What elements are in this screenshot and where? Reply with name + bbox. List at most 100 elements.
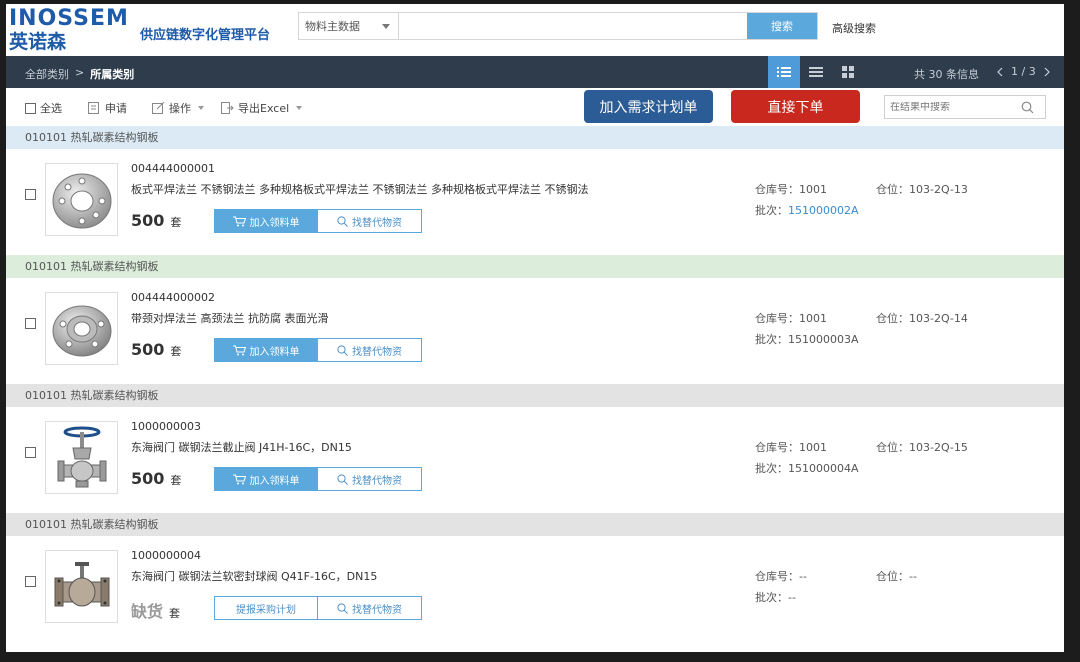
- item-description[interactable]: 东海阀门 碳钢法兰软密封球阀 Q41F-16C，DN15: [131, 568, 377, 584]
- location-value: --: [909, 570, 917, 583]
- search-icon: [337, 344, 348, 356]
- result-filter-input[interactable]: [885, 101, 1015, 113]
- action-label: 加入领料单: [249, 475, 300, 487]
- list-view-button[interactable]: [768, 56, 800, 88]
- location-label: 仓位：: [876, 183, 909, 196]
- add-to-requisition-button[interactable]: 加入领料单: [214, 467, 318, 491]
- product-thumbnail[interactable]: [45, 163, 118, 236]
- quantity-value: 500: [131, 469, 165, 488]
- batch-value: 151000003A: [788, 333, 859, 346]
- grid-view-button[interactable]: [832, 56, 864, 88]
- toolbar: 全选 申请 操作 导出Excel 加入需求计划单 直接下单: [6, 88, 1064, 126]
- breadcrumb-separator: >: [75, 66, 85, 79]
- item-actions: 加入领料单 找替代物资: [214, 467, 422, 491]
- item-description[interactable]: 带颈对焊法兰 高颈法兰 抗防腐 表面光滑: [131, 310, 329, 326]
- search-category-select[interactable]: 物料主数据: [299, 13, 399, 39]
- cart-icon: [232, 474, 246, 484]
- direct-order-button[interactable]: 直接下单: [731, 90, 860, 123]
- nav-bar: 全部类别 > 所属类别 共 30 条信息 1 / 3: [6, 56, 1064, 88]
- location-label: 仓位：: [876, 570, 909, 583]
- add-to-requisition-button[interactable]: 加入领料单: [214, 209, 318, 233]
- detail-list-view-button[interactable]: [800, 56, 832, 88]
- warehouse-label: 仓库号：: [755, 441, 799, 454]
- item-checkbox[interactable]: [25, 318, 36, 329]
- item-checkbox[interactable]: [25, 576, 36, 587]
- batch-info: 批次：151000004A: [755, 460, 859, 476]
- export-excel-menu[interactable]: 导出Excel: [221, 100, 303, 116]
- action-label: 加入领料单: [249, 346, 300, 358]
- quantity-unit: 套: [170, 474, 182, 487]
- list-item: 1000000004 东海阀门 碳钢法兰软密封球阀 Q41F-16C，DN15 …: [6, 536, 1064, 642]
- location-label: 仓位：: [876, 312, 909, 325]
- item-code: 1000000004: [131, 549, 201, 562]
- item-description[interactable]: 东海阀门 碳钢法兰截止阀 J41H-16C，DN15: [131, 439, 352, 455]
- warehouse-info: 仓库号：1001: [755, 439, 827, 455]
- header: INOSSEM 英诺森 供应链数字化管理平台 物料主数据 搜索 高级搜索: [6, 4, 1064, 56]
- breadcrumb: 全部类别 > 所属类别: [25, 66, 134, 82]
- action-label: 找替代物资: [352, 217, 402, 229]
- item-quantity: 500 套: [131, 340, 181, 359]
- search-icon[interactable]: [1021, 101, 1034, 114]
- batch-value: 151000004A: [788, 462, 859, 475]
- category-header: 010101 热轧碳素结构钢板: [6, 255, 1064, 278]
- product-thumbnail[interactable]: [45, 292, 118, 365]
- item-checkbox[interactable]: [25, 447, 36, 458]
- chevron-down-icon: [382, 24, 390, 29]
- item-checkbox[interactable]: [25, 189, 36, 200]
- item-quantity: 500 套: [131, 211, 181, 230]
- export-icon: [221, 102, 234, 114]
- location-label: 仓位：: [876, 441, 909, 454]
- batch-label: 批次：: [755, 462, 788, 475]
- product-thumbnail[interactable]: [45, 550, 118, 623]
- app-window: INOSSEM 英诺森 供应链数字化管理平台 物料主数据 搜索 高级搜索 全部类…: [6, 4, 1064, 652]
- list-item: 1000000003 东海阀门 碳钢法兰截止阀 J41H-16C，DN15 50…: [6, 407, 1064, 513]
- find-alternative-button[interactable]: 找替代物资: [318, 467, 422, 491]
- batch-link[interactable]: 151000002A: [788, 204, 859, 217]
- location-info: 仓位：103-2Q-15: [876, 439, 968, 455]
- batch-info: 批次：151000002A: [755, 202, 859, 218]
- breadcrumb-root[interactable]: 全部类别: [25, 66, 69, 82]
- item-actions: 提报采购计划 找替代物资: [214, 596, 422, 620]
- chevron-left-icon[interactable]: [996, 67, 1003, 77]
- find-alternative-button[interactable]: 找替代物资: [318, 338, 422, 362]
- item-description[interactable]: 板式平焊法兰 不锈钢法兰 多种规格板式平焊法兰 不锈钢法兰 多种规格板式平焊法兰…: [131, 181, 588, 197]
- operate-menu[interactable]: 操作: [152, 100, 204, 116]
- location-value: 103-2Q-15: [909, 441, 968, 454]
- quantity-value: 500: [131, 211, 165, 230]
- product-thumbnail[interactable]: [45, 421, 118, 494]
- warehouse-info: 仓库号：1001: [755, 310, 827, 326]
- flange-plate-icon: [52, 173, 111, 228]
- warehouse-info: 仓库号：--: [755, 568, 807, 584]
- warehouse-value: 1001: [799, 183, 827, 196]
- search-icon: [337, 602, 348, 614]
- total-count: 共 30 条信息: [914, 68, 979, 81]
- select-all[interactable]: 全选: [25, 100, 62, 116]
- logo-cn: 英诺森: [9, 31, 67, 53]
- item-code: 004444000001: [131, 162, 215, 175]
- submit-purchase-plan-button[interactable]: 提报采购计划: [214, 596, 318, 620]
- export-label: 导出Excel: [238, 102, 290, 115]
- flange-neck-icon: [52, 305, 111, 356]
- add-to-demand-plan-button[interactable]: 加入需求计划单: [584, 90, 713, 123]
- batch-label: 批次：: [755, 333, 788, 346]
- item-quantity: 500 套: [131, 469, 181, 488]
- warehouse-info: 仓库号：1001: [755, 181, 827, 197]
- location-value: 103-2Q-13: [909, 183, 968, 196]
- batch-value: --: [788, 591, 796, 604]
- find-alternative-button[interactable]: 找替代物资: [318, 596, 422, 620]
- warehouse-label: 仓库号：: [755, 570, 799, 583]
- search-button[interactable]: 搜索: [747, 13, 817, 39]
- apply-button[interactable]: 申请: [88, 100, 127, 116]
- find-alternative-button[interactable]: 找替代物资: [318, 209, 422, 233]
- list-item: 004444000001 板式平焊法兰 不锈钢法兰 多种规格板式平焊法兰 不锈钢…: [6, 149, 1064, 255]
- chevron-down-icon: [198, 106, 204, 110]
- pager: 1 / 3: [996, 65, 1051, 78]
- search-input[interactable]: [399, 13, 747, 39]
- advanced-search-link[interactable]: 高级搜索: [832, 20, 876, 36]
- chevron-right-icon[interactable]: [1044, 67, 1051, 77]
- action-label: 找替代物资: [352, 475, 402, 487]
- select-all-checkbox[interactable]: [25, 102, 36, 114]
- logo[interactable]: INOSSEM 英诺森: [9, 6, 139, 54]
- logo-en: INOSSEM: [9, 6, 129, 31]
- add-to-requisition-button[interactable]: 加入领料单: [214, 338, 318, 362]
